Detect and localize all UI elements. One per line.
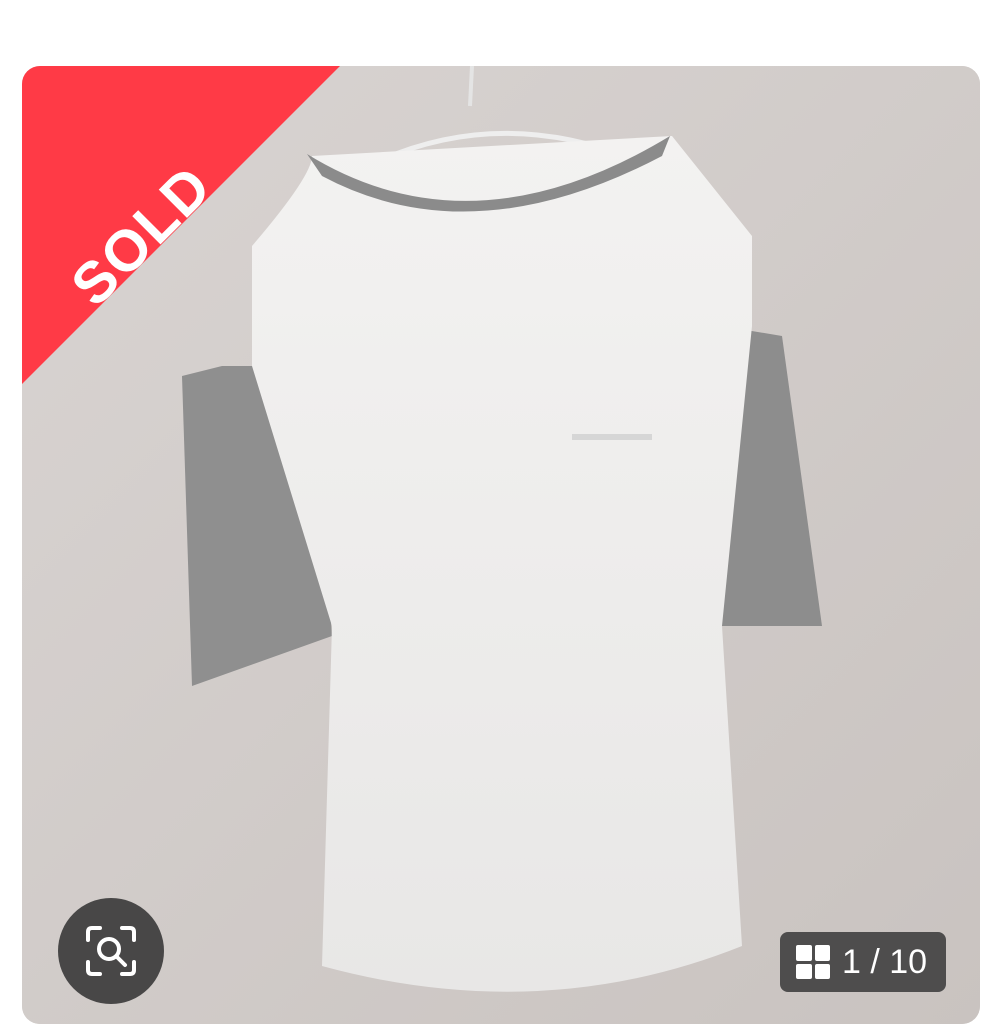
image-counter-text: 1 / 10: [842, 942, 928, 981]
product-image-viewer[interactable]: SOLD 1 / 10: [22, 66, 980, 1024]
zoom-button[interactable]: [58, 898, 164, 1004]
image-counter[interactable]: 1 / 10: [780, 932, 946, 992]
zoom-search-icon: [86, 926, 136, 976]
gallery-grid-icon: [796, 945, 830, 979]
